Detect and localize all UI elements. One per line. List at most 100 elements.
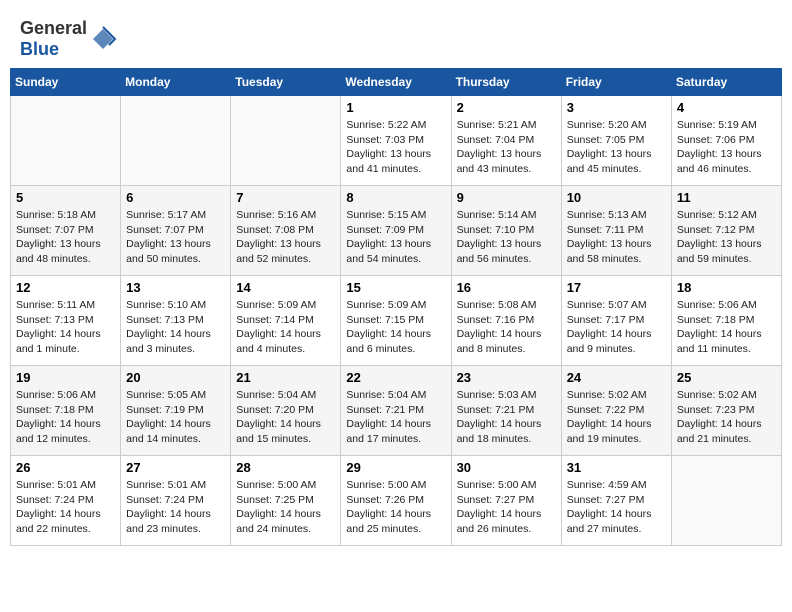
day-info: Sunrise: 5:16 AM Sunset: 7:08 PM Dayligh… — [236, 208, 335, 267]
calendar-cell: 4 Sunrise: 5:19 AM Sunset: 7:06 PM Daylig… — [671, 96, 781, 186]
day-number: 4 — [677, 100, 776, 115]
calendar-cell: 18 Sunrise: 5:06 AM Sunset: 7:18 PM Dayli… — [671, 276, 781, 366]
calendar-cell: 21Sunrise: 5:04 AM Sunset: 7:20 PM Dayli… — [231, 366, 341, 456]
calendar-cell: 28Sunrise: 5:00 AM Sunset: 7:25 PM Dayli… — [231, 456, 341, 546]
calendar-week-row-2: 5Sunrise: 5:18 AM Sunset: 7:07 PM Daylig… — [11, 186, 782, 276]
calendar-cell: 10Sunrise: 5:13 AM Sunset: 7:11 PM Dayli… — [561, 186, 671, 276]
day-number: 1 — [346, 100, 445, 115]
day-number: 3 — [567, 100, 666, 115]
calendar-cell: 7 Sunrise: 5:16 AM Sunset: 7:08 PM Daylig… — [231, 186, 341, 276]
day-number: 8 — [346, 190, 445, 205]
day-number: 19 — [16, 370, 115, 385]
day-info: Sunrise: 5:11 AM Sunset: 7:13 PM Dayligh… — [16, 298, 115, 357]
day-number: 22 — [346, 370, 445, 385]
calendar-cell — [11, 96, 121, 186]
weekday-header-thursday: Thursday — [451, 69, 561, 96]
day-number: 2 — [457, 100, 556, 115]
calendar-cell: 9 Sunrise: 5:14 AM Sunset: 7:10 PM Daylig… — [451, 186, 561, 276]
calendar-cell: 22 Sunrise: 5:04 AM Sunset: 7:21 PM Dayli… — [341, 366, 451, 456]
day-info: Sunrise: 5:09 AM Sunset: 7:14 PM Dayligh… — [236, 298, 335, 357]
day-number: 29 — [346, 460, 445, 475]
day-info: Sunrise: 5:04 AM Sunset: 7:21 PM Dayligh… — [346, 388, 445, 447]
day-number: 10 — [567, 190, 666, 205]
day-number: 26 — [16, 460, 115, 475]
calendar-cell: 29 Sunrise: 5:00 AM Sunset: 7:26 PM Dayli… — [341, 456, 451, 546]
logo: General Blue — [20, 18, 117, 60]
day-number: 23 — [457, 370, 556, 385]
weekday-header-sunday: Sunday — [11, 69, 121, 96]
calendar-cell: 24Sunrise: 5:02 AM Sunset: 7:22 PM Dayli… — [561, 366, 671, 456]
day-info: Sunrise: 5:08 AM Sunset: 7:16 PM Dayligh… — [457, 298, 556, 357]
day-info: Sunrise: 5:01 AM Sunset: 7:24 PM Dayligh… — [16, 478, 115, 537]
day-info: Sunrise: 5:14 AM Sunset: 7:10 PM Dayligh… — [457, 208, 556, 267]
day-info: Sunrise: 5:20 AM Sunset: 7:05 PM Dayligh… — [567, 118, 666, 177]
calendar-cell: 30 Sunrise: 5:00 AM Sunset: 7:27 PM Dayli… — [451, 456, 561, 546]
day-info: Sunrise: 5:22 AM Sunset: 7:03 PM Dayligh… — [346, 118, 445, 177]
day-info: Sunrise: 5:02 AM Sunset: 7:23 PM Dayligh… — [677, 388, 776, 447]
day-info: Sunrise: 5:15 AM Sunset: 7:09 PM Dayligh… — [346, 208, 445, 267]
day-info: Sunrise: 5:01 AM Sunset: 7:24 PM Dayligh… — [126, 478, 225, 537]
day-info: Sunrise: 5:12 AM Sunset: 7:12 PM Dayligh… — [677, 208, 776, 267]
day-number: 24 — [567, 370, 666, 385]
logo-icon — [89, 25, 117, 53]
day-number: 30 — [457, 460, 556, 475]
day-info: Sunrise: 5:21 AM Sunset: 7:04 PM Dayligh… — [457, 118, 556, 177]
calendar-week-row-4: 19 Sunrise: 5:06 AM Sunset: 7:18 PM Dayli… — [11, 366, 782, 456]
day-info: Sunrise: 5:00 AM Sunset: 7:26 PM Dayligh… — [346, 478, 445, 537]
page-header: General Blue — [10, 10, 782, 60]
day-info: Sunrise: 5:06 AM Sunset: 7:18 PM Dayligh… — [16, 388, 115, 447]
calendar-cell: 5Sunrise: 5:18 AM Sunset: 7:07 PM Daylig… — [11, 186, 121, 276]
day-info: Sunrise: 5:07 AM Sunset: 7:17 PM Dayligh… — [567, 298, 666, 357]
day-number: 20 — [126, 370, 225, 385]
calendar-week-row-3: 12 Sunrise: 5:11 AM Sunset: 7:13 PM Dayli… — [11, 276, 782, 366]
calendar-cell: 16 Sunrise: 5:08 AM Sunset: 7:16 PM Dayli… — [451, 276, 561, 366]
day-number: 18 — [677, 280, 776, 295]
calendar-cell: 1 Sunrise: 5:22 AM Sunset: 7:03 PM Daylig… — [341, 96, 451, 186]
day-number: 28 — [236, 460, 335, 475]
logo-general-text: General — [20, 18, 87, 38]
calendar-cell: 6 Sunrise: 5:17 AM Sunset: 7:07 PM Daylig… — [121, 186, 231, 276]
day-info: Sunrise: 5:10 AM Sunset: 7:13 PM Dayligh… — [126, 298, 225, 357]
day-number: 14 — [236, 280, 335, 295]
calendar-cell: 20Sunrise: 5:05 AM Sunset: 7:19 PM Dayli… — [121, 366, 231, 456]
day-number: 21 — [236, 370, 335, 385]
calendar-cell — [121, 96, 231, 186]
calendar-cell: 3 Sunrise: 5:20 AM Sunset: 7:05 PM Daylig… — [561, 96, 671, 186]
day-info: Sunrise: 5:06 AM Sunset: 7:18 PM Dayligh… — [677, 298, 776, 357]
day-number: 7 — [236, 190, 335, 205]
day-info: Sunrise: 5:03 AM Sunset: 7:21 PM Dayligh… — [457, 388, 556, 447]
day-info: Sunrise: 5:19 AM Sunset: 7:06 PM Dayligh… — [677, 118, 776, 177]
day-info: Sunrise: 5:00 AM Sunset: 7:27 PM Dayligh… — [457, 478, 556, 537]
day-number: 17 — [567, 280, 666, 295]
day-number: 12 — [16, 280, 115, 295]
calendar-cell: 2 Sunrise: 5:21 AM Sunset: 7:04 PM Daylig… — [451, 96, 561, 186]
weekday-header-wednesday: Wednesday — [341, 69, 451, 96]
day-info: Sunrise: 5:17 AM Sunset: 7:07 PM Dayligh… — [126, 208, 225, 267]
logo-blue-text: Blue — [20, 39, 59, 59]
weekday-header-row: SundayMondayTuesdayWednesdayThursdayFrid… — [11, 69, 782, 96]
calendar-cell: 13Sunrise: 5:10 AM Sunset: 7:13 PM Dayli… — [121, 276, 231, 366]
day-number: 15 — [346, 280, 445, 295]
calendar-cell: 26 Sunrise: 5:01 AM Sunset: 7:24 PM Dayli… — [11, 456, 121, 546]
day-info: Sunrise: 4:59 AM Sunset: 7:27 PM Dayligh… — [567, 478, 666, 537]
calendar-cell: 19 Sunrise: 5:06 AM Sunset: 7:18 PM Dayli… — [11, 366, 121, 456]
calendar-cell: 12 Sunrise: 5:11 AM Sunset: 7:13 PM Dayli… — [11, 276, 121, 366]
weekday-header-monday: Monday — [121, 69, 231, 96]
calendar-cell: 31Sunrise: 4:59 AM Sunset: 7:27 PM Dayli… — [561, 456, 671, 546]
calendar-cell: 27 Sunrise: 5:01 AM Sunset: 7:24 PM Dayli… — [121, 456, 231, 546]
calendar-table: SundayMondayTuesdayWednesdayThursdayFrid… — [10, 68, 782, 546]
weekday-header-saturday: Saturday — [671, 69, 781, 96]
day-number: 16 — [457, 280, 556, 295]
calendar-cell: 15 Sunrise: 5:09 AM Sunset: 7:15 PM Dayli… — [341, 276, 451, 366]
day-number: 27 — [126, 460, 225, 475]
day-number: 11 — [677, 190, 776, 205]
day-number: 6 — [126, 190, 225, 205]
weekday-header-friday: Friday — [561, 69, 671, 96]
day-info: Sunrise: 5:09 AM Sunset: 7:15 PM Dayligh… — [346, 298, 445, 357]
calendar-cell: 8 Sunrise: 5:15 AM Sunset: 7:09 PM Daylig… — [341, 186, 451, 276]
calendar-cell — [231, 96, 341, 186]
day-number: 9 — [457, 190, 556, 205]
calendar-cell: 23 Sunrise: 5:03 AM Sunset: 7:21 PM Dayli… — [451, 366, 561, 456]
calendar-cell: 14 Sunrise: 5:09 AM Sunset: 7:14 PM Dayli… — [231, 276, 341, 366]
calendar-cell: 17 Sunrise: 5:07 AM Sunset: 7:17 PM Dayli… — [561, 276, 671, 366]
